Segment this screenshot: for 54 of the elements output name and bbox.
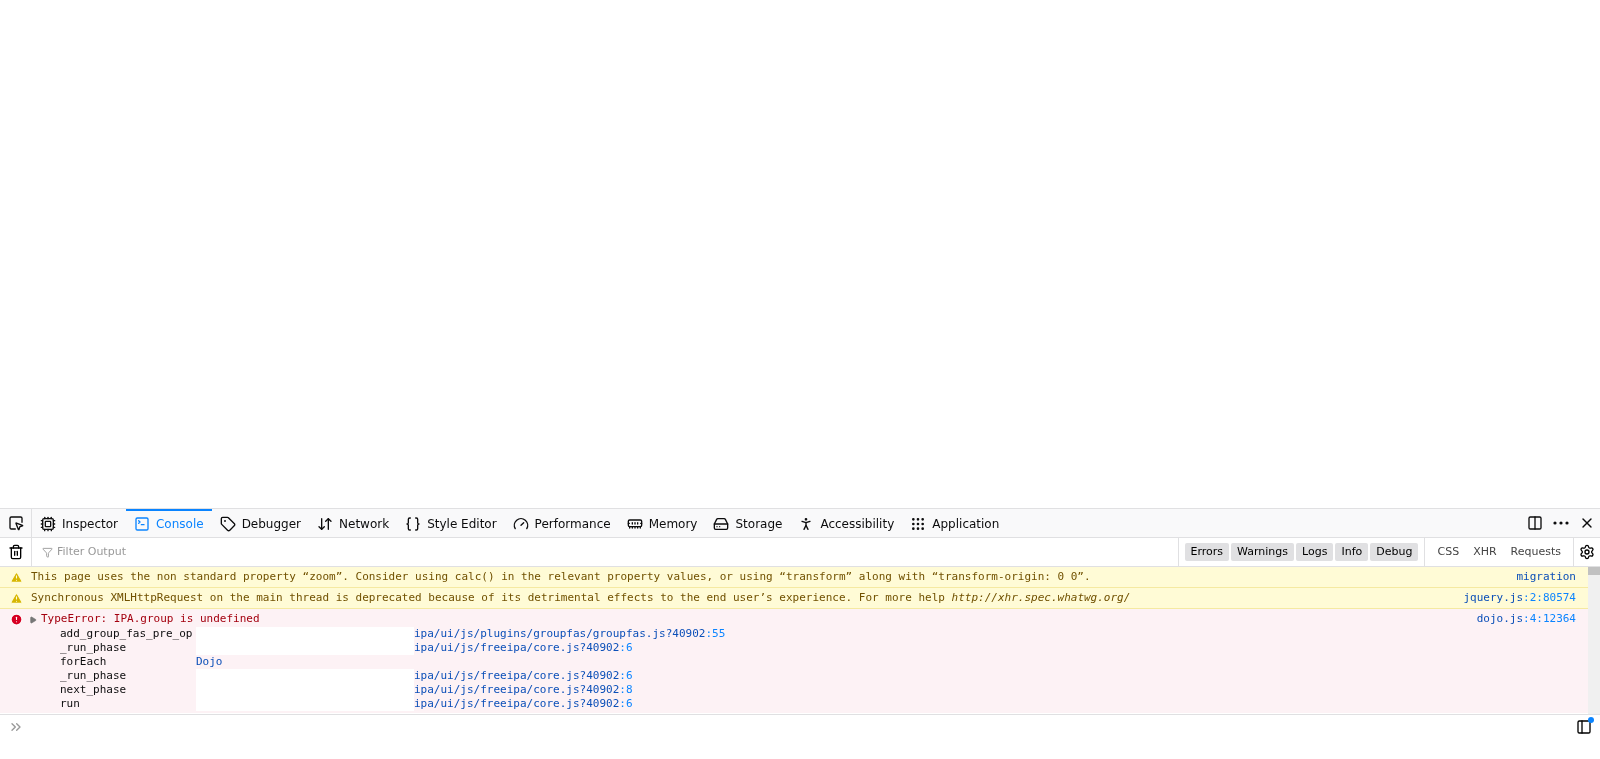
source-link[interactable]: jquery.js:2:80574 bbox=[1463, 589, 1576, 607]
filter-toggle[interactable]: XHR bbox=[1467, 542, 1503, 562]
warning-message: This page uses the non standard property “zoom”. Consider using calc() in the relevant property values, or using “transform” along with “transform-origin: 0 0”. bbox=[31, 568, 1092, 585]
filter-toggle[interactable]: Info bbox=[1335, 542, 1369, 562]
expand-arrow-icon[interactable] bbox=[29, 615, 37, 624]
error-icon bbox=[10, 613, 23, 626]
trash-icon bbox=[7, 544, 24, 560]
filter-toggle[interactable]: Requests bbox=[1504, 542, 1567, 562]
grid-icon bbox=[910, 516, 927, 532]
filter-toggle[interactable]: Errors bbox=[1184, 542, 1230, 562]
picker-icon bbox=[7, 515, 24, 531]
scrollbar[interactable] bbox=[1588, 567, 1600, 714]
tag-icon bbox=[219, 516, 236, 532]
tool-tab[interactable]: Accessibility bbox=[790, 509, 903, 537]
source-link[interactable]: dojo.js:4:12364 bbox=[1476, 611, 1576, 628]
tool-tab[interactable]: Style Editor bbox=[397, 509, 505, 537]
braces-icon bbox=[405, 516, 422, 532]
stack-function: add_group_fas_pre_op bbox=[60, 625, 194, 642]
dock-icon bbox=[1527, 515, 1543, 531]
arrows-icon bbox=[317, 516, 334, 532]
settings-icon bbox=[1579, 544, 1595, 560]
tool-tab[interactable]: Network bbox=[309, 509, 398, 537]
filter-toggle[interactable]: Logs bbox=[1296, 542, 1334, 562]
source-link[interactable]: migration bbox=[1516, 568, 1576, 586]
tool-tab[interactable]: Application bbox=[902, 509, 1008, 537]
stack-function: run bbox=[60, 696, 81, 712]
tool-tab[interactable]: Performance bbox=[504, 509, 619, 537]
stack-function: _run_phase bbox=[60, 640, 128, 656]
stack-function: _run_phase bbox=[60, 667, 128, 684]
filter-toggle[interactable]: Warnings bbox=[1231, 542, 1295, 562]
error-message: TypeError: IPA.group is undefined bbox=[41, 611, 261, 628]
filter-icon bbox=[42, 546, 53, 558]
tool-tab[interactable]: Memory bbox=[618, 509, 706, 537]
tool-tab[interactable]: Storage bbox=[705, 509, 791, 537]
tool-tab[interactable]: Inspector bbox=[32, 509, 126, 537]
tool-tab[interactable]: Console bbox=[126, 509, 212, 537]
warning-icon bbox=[10, 591, 23, 605]
terminal-icon bbox=[134, 516, 150, 532]
warning-icon bbox=[10, 570, 23, 584]
panel-icon bbox=[1576, 719, 1592, 735]
filter-toggle[interactable]: Debug bbox=[1370, 542, 1419, 562]
filter-toggle[interactable]: CSS bbox=[1431, 542, 1466, 562]
chip-icon bbox=[40, 516, 56, 532]
drive-icon bbox=[713, 516, 730, 532]
warning-message: Synchronous XMLHttpRequest on the main thread is deprecated because of its detrimental effects to the end user’s experience. For more help http://xhr.spec.whatwg.org/ bbox=[31, 589, 1132, 606]
tool-tab[interactable]: Debugger bbox=[211, 509, 310, 537]
stack-function: next_phase bbox=[60, 682, 128, 698]
library-label: Dojo bbox=[196, 653, 223, 670]
stack-function: forEach bbox=[60, 654, 108, 670]
gauge-icon bbox=[512, 516, 529, 532]
memory-icon bbox=[626, 516, 643, 532]
filter-field[interactable]: Filter Output bbox=[57, 543, 257, 561]
more-icon bbox=[1553, 521, 1569, 525]
sidebar-toggle-button[interactable] bbox=[1576, 719, 1592, 735]
